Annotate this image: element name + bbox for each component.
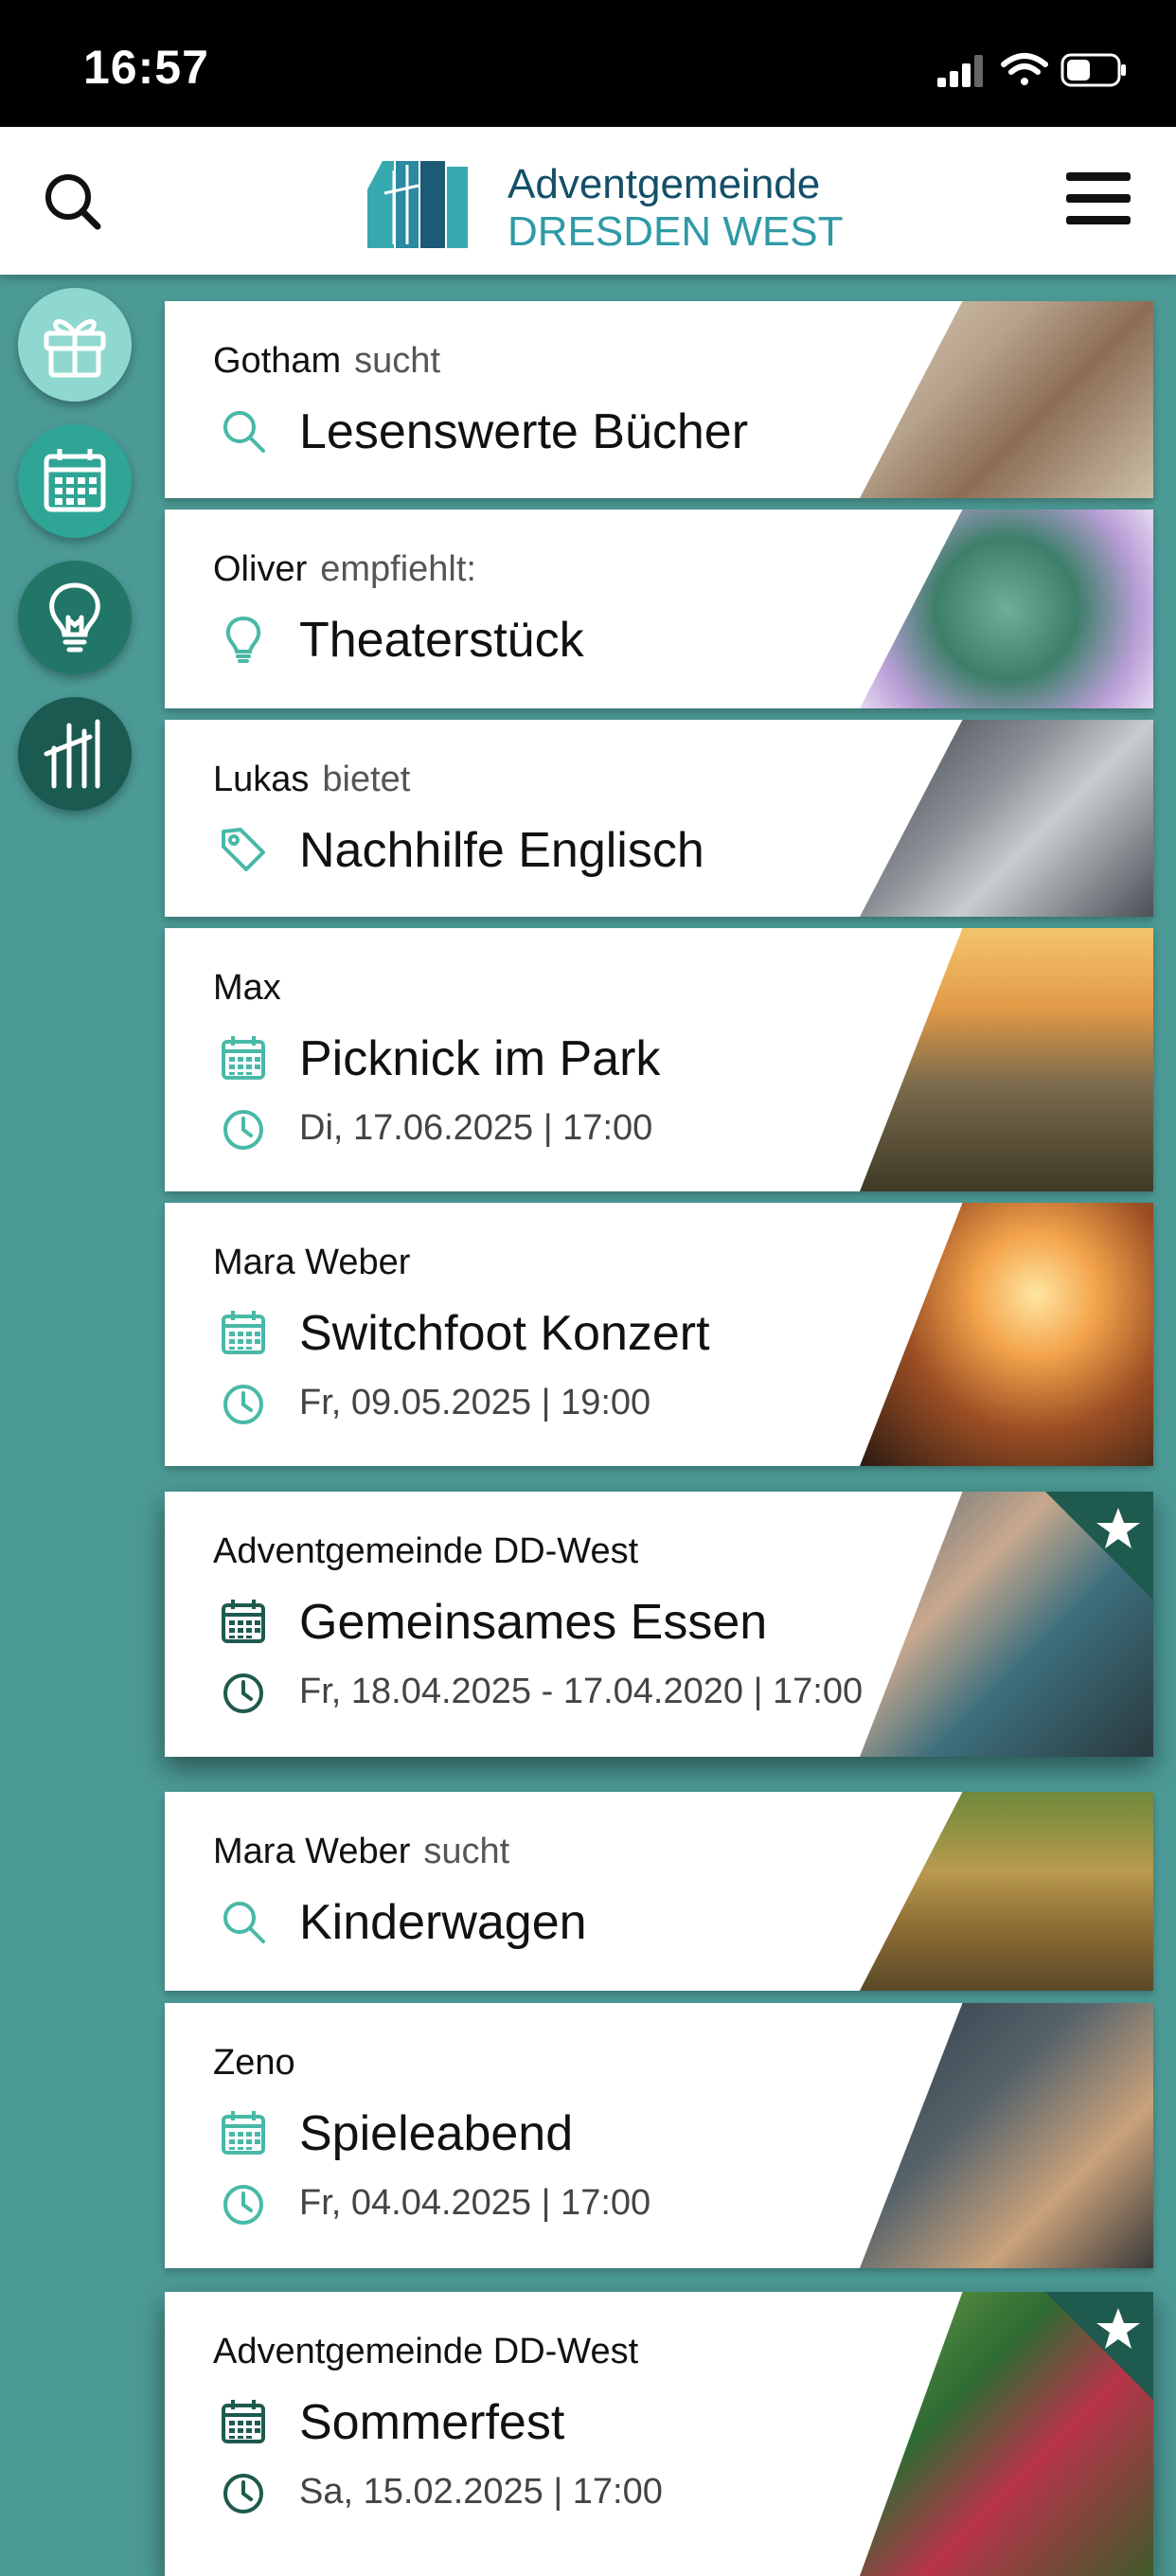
- card-author: Adventgemeinde DD-West: [213, 1531, 651, 1572]
- logo-title: Adventgemeinde: [508, 161, 821, 207]
- clock-icon: [220, 1106, 267, 1154]
- post-card[interactable]: Adventgemeinde DD-West Sommerfest Sa, 15…: [165, 2292, 1153, 2576]
- post-card[interactable]: Adventgemeinde DD-West Gemeinsames Essen…: [165, 1492, 1153, 1757]
- card-author: Adventgemeinde DD-West: [213, 2332, 651, 2372]
- status-bar: 16:57: [0, 0, 1176, 127]
- gift-icon: [44, 319, 106, 378]
- search-icon: [220, 1898, 267, 1945]
- hamburger-menu-icon: [1066, 172, 1131, 224]
- calendar-icon: [220, 1034, 267, 1082]
- card-date: Fr, 04.04.2025 | 17:00: [299, 2183, 651, 2223]
- author-name: Zeno: [213, 2043, 295, 2083]
- sidebar-lightbulb-button[interactable]: [18, 561, 132, 674]
- search-button[interactable]: [38, 167, 110, 239]
- card-title: Theaterstück: [299, 613, 584, 668]
- battery-icon: [1060, 53, 1126, 87]
- tag-icon: [220, 826, 267, 873]
- card-title: Gemeinsames Essen: [299, 1595, 768, 1650]
- card-author: Mara Weber sucht: [213, 1832, 509, 1872]
- post-card[interactable]: Zeno Spieleabend Fr, 04.04.2025 | 17:00: [165, 2003, 1153, 2268]
- post-card[interactable]: Mara Weber sucht Kinderwagen: [165, 1792, 1153, 1991]
- church-logo[interactable]: Adventgemeinde DRESDEN WEST: [365, 157, 843, 255]
- card-title: Kinderwagen: [299, 1895, 587, 1950]
- lightbulb-icon: [220, 616, 267, 663]
- author-name: Oliver: [213, 549, 308, 589]
- sidebar-gift-button[interactable]: [18, 288, 132, 402]
- card-date: Fr, 18.04.2025 - 17.04.2020 | 17:00: [299, 1672, 864, 1711]
- author-name: Mara Weber: [213, 1243, 411, 1282]
- card-author: Oliver empfiehlt:: [213, 549, 476, 590]
- church-logo-mark: [367, 161, 468, 248]
- clock-icon: [220, 1381, 267, 1428]
- post-card[interactable]: Gotham sucht Lesenswerte Bücher: [165, 301, 1153, 498]
- author-name: Mara Weber: [213, 1832, 411, 1871]
- card-author: Lukas bietet: [213, 760, 410, 800]
- author-name: Adventgemeinde DD-West: [213, 2332, 639, 2371]
- card-date: Di, 17.06.2025 | 17:00: [299, 1108, 653, 1148]
- card-date: Fr, 09.05.2025 | 19:00: [299, 1383, 651, 1422]
- card-title: Sommerfest: [299, 2395, 565, 2450]
- star-icon: [1096, 2308, 1140, 2349]
- picnic-skyline-photo: [860, 928, 1153, 1191]
- author-verb: sucht: [354, 341, 440, 381]
- chess-game-photo: [860, 2003, 1153, 2268]
- card-title: Picknick im Park: [299, 1031, 661, 1086]
- status-time: 16:57: [83, 41, 209, 94]
- logo-subtitle: DRESDEN WEST: [508, 208, 844, 255]
- card-title: Lesenswerte Bücher: [299, 404, 749, 459]
- card-author: Max: [213, 968, 294, 1009]
- family-walk-photo: [860, 1792, 1153, 1991]
- card-title: Nachhilfe Englisch: [299, 823, 704, 878]
- post-card[interactable]: Lukas bietet Nachhilfe Englisch: [165, 720, 1153, 917]
- author-name: Lukas: [213, 760, 310, 799]
- church-logo-icon: [44, 719, 100, 789]
- post-card[interactable]: Mara Weber Switchfoot Konzert Fr, 09.05.…: [165, 1203, 1153, 1466]
- status-icons: [937, 51, 1127, 89]
- post-card[interactable]: Oliver empfiehlt: Theaterstück: [165, 510, 1153, 708]
- sidebar-church-button[interactable]: [18, 697, 132, 811]
- calendar-icon: [220, 2109, 267, 2156]
- author-verb: empfiehlt:: [320, 549, 476, 589]
- author-verb: bietet: [322, 760, 411, 799]
- calendar-icon: [220, 1598, 267, 1645]
- card-author: Zeno: [213, 2043, 309, 2084]
- card-title: Spieleabend: [299, 2106, 574, 2161]
- menu-button[interactable]: [1060, 161, 1136, 237]
- sidebar-calendar-button[interactable]: [18, 424, 132, 538]
- card-title: Switchfoot Konzert: [299, 1306, 710, 1361]
- succulent-photo: [860, 510, 1153, 708]
- writing-desk-photo: [860, 720, 1153, 917]
- author-name: Max: [213, 968, 281, 1008]
- search-icon: [45, 174, 101, 230]
- book-pages-photo: [860, 301, 1153, 498]
- wifi-icon: [1001, 53, 1048, 85]
- clock-icon: [220, 2181, 267, 2228]
- star-icon: [1096, 1508, 1140, 1548]
- calendar-icon: [220, 2398, 267, 2445]
- author-name: Gotham: [213, 341, 342, 381]
- card-author: Mara Weber: [213, 1243, 423, 1283]
- card-author: Gotham sucht: [213, 341, 440, 382]
- search-icon: [220, 407, 267, 455]
- author-name: Adventgemeinde DD-West: [213, 1531, 639, 1571]
- clock-icon: [220, 2470, 267, 2517]
- calendar-icon: [220, 1309, 267, 1356]
- clock-icon: [220, 1670, 267, 1717]
- concert-crowd-photo: [860, 1203, 1153, 1466]
- post-card[interactable]: Max Picknick im Park Di, 17.06.2025 | 17…: [165, 928, 1153, 1191]
- author-verb: sucht: [423, 1832, 510, 1871]
- signal-icon: [937, 55, 983, 87]
- lightbulb-icon: [49, 582, 100, 653]
- top-bar: Adventgemeinde DRESDEN WEST: [0, 127, 1176, 275]
- calendar-icon: [44, 449, 106, 512]
- card-date: Sa, 15.02.2025 | 17:00: [299, 2472, 663, 2512]
